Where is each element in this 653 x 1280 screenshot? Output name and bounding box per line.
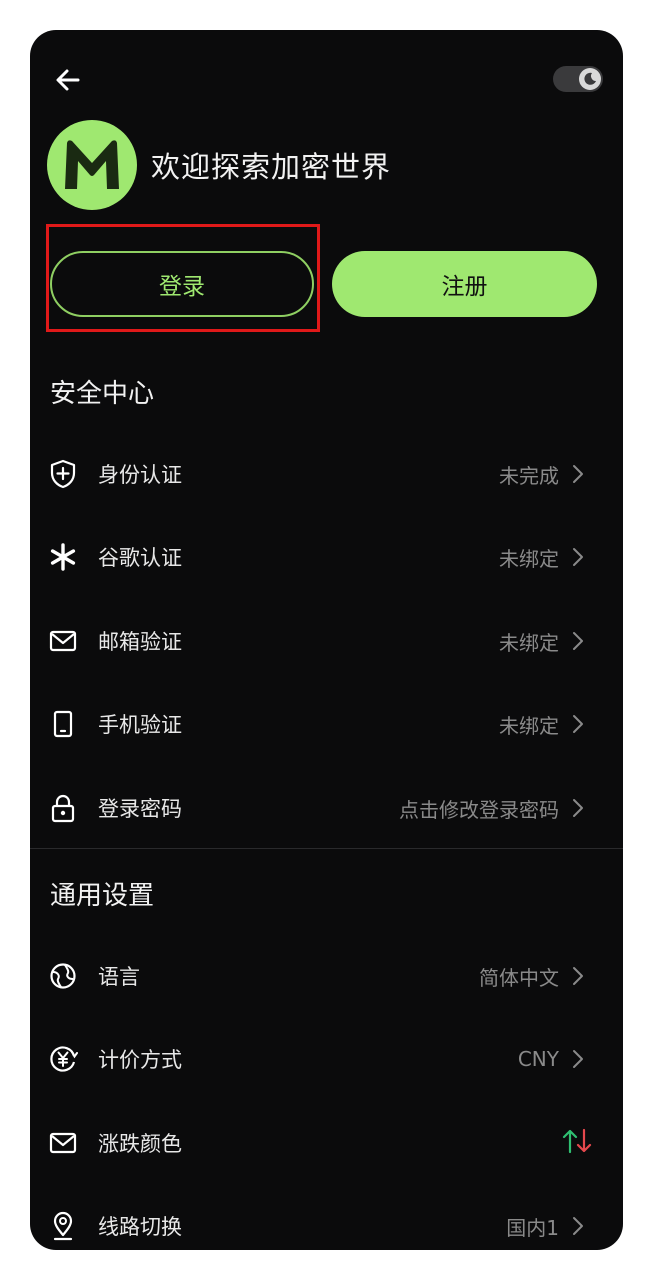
currency-yen-icon [48,1044,78,1074]
row-value: 未绑定 [499,630,559,655]
row-label: 语言 [98,965,140,989]
lock-icon [48,793,78,823]
register-button[interactable]: 注册 [332,251,597,317]
mail-icon [48,626,78,656]
row-route-switch[interactable]: 线路切换 国内1 [30,1194,623,1250]
chevron-right-icon [571,713,585,735]
back-button[interactable] [48,60,88,100]
profile-header: 欢迎探索加密世界 [47,120,391,210]
location-icon [48,1211,78,1241]
row-value: 未完成 [499,463,559,488]
chevron-right-icon [571,797,585,819]
row-language[interactable]: 语言 简体中文 [30,944,623,1008]
row-value: 点击修改登录密码 [399,797,559,822]
row-identity-verification[interactable]: 身份认证 未完成 [30,442,623,506]
chevron-right-icon [571,965,585,987]
row-phone-verification[interactable]: 手机验证 未绑定 [30,692,623,756]
row-label: 计价方式 [98,1048,182,1072]
phone-icon [48,709,78,739]
chevron-right-icon [571,546,585,568]
security-center-title: 安全中心 [50,379,155,409]
chevron-right-icon [571,463,585,485]
moon-icon [579,68,601,90]
globe-icon [48,961,78,991]
app-screen: 欢迎探索加密世界 登录 注册 安全中心 身份认证 未完成 谷歌认证 未绑定 邮箱… [30,30,623,1250]
row-google-auth[interactable]: 谷歌认证 未绑定 [30,525,623,589]
arrow-left-icon [56,69,80,91]
login-button[interactable]: 登录 [50,251,314,317]
row-value: 未绑定 [499,713,559,738]
app-logo [47,120,137,210]
chevron-right-icon [571,1215,585,1237]
general-settings-title: 通用设置 [50,881,155,911]
row-label: 邮箱验证 [98,630,182,654]
row-label: 登录密码 [98,797,182,821]
row-login-password[interactable]: 登录密码 点击修改登录密码 [30,776,623,840]
row-email-verification[interactable]: 邮箱验证 未绑定 [30,609,623,673]
row-value: 未绑定 [499,546,559,571]
row-pricing-method[interactable]: 计价方式 CNY [30,1027,623,1091]
row-value: 国内1 [506,1215,559,1240]
row-value: CNY [517,1047,559,1071]
chevron-right-icon [571,1048,585,1070]
theme-toggle[interactable] [553,66,603,92]
up-down-color-icon [561,1128,593,1159]
section-divider [30,848,623,849]
row-label: 手机验证 [98,713,182,737]
row-label: 涨跌颜色 [98,1132,182,1156]
row-price-change-color[interactable]: 涨跌颜色 [30,1111,623,1175]
mail-icon [48,1128,78,1158]
row-label: 谷歌认证 [98,546,182,570]
shield-plus-icon [48,459,78,489]
welcome-title: 欢迎探索加密世界 [151,150,392,184]
row-label: 身份认证 [98,463,182,487]
chevron-right-icon [571,630,585,652]
asterisk-icon [48,542,78,572]
row-value: 简体中文 [479,965,559,990]
row-label: 线路切换 [98,1215,182,1239]
